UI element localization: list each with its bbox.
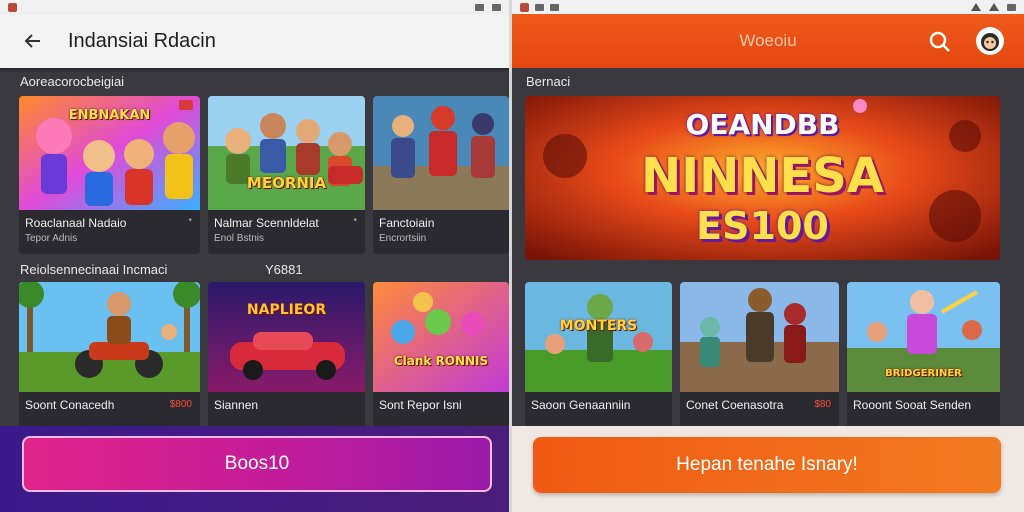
game-logo: Clank RONNIS [393,354,489,368]
game-card[interactable]: MONTERS Saoon Genaanniin [525,282,672,428]
price-tag: $800 [169,399,192,410]
game-card[interactable]: MEORNIA Nalmar Scennldelat Enol Bstnis • [208,96,365,254]
signal-icon [989,3,999,11]
game-art [680,282,839,392]
avatar-icon [981,33,999,51]
notification-icon [520,2,529,12]
game-logo: BRIDGERINER [885,368,962,379]
app-bar: Indansiai Rdacin [0,14,509,68]
game-logo: MEORNIA [246,174,327,192]
right-pane: Woeoiu Bernaci OEANDBB NINNESA ES100 MON… [512,0,1024,512]
game-art [208,282,365,392]
game-logo: MONTERS [559,318,638,334]
game-art [373,282,509,392]
status-bar [0,0,509,14]
more-icon[interactable]: • [353,215,357,226]
game-title: Fanctoiain [379,216,435,230]
card-meta: Fanctoiain Encrortsiin [373,210,509,254]
game-title: Conet Coenasotra [686,398,784,412]
search-icon [929,31,950,52]
game-art [373,96,509,210]
wifi-icon [971,3,981,11]
game-subtitle: Encrortsiin [379,233,427,244]
status-bar [512,0,1024,14]
card-meta: Rooont Sooat Senden [847,392,1000,428]
page-title: Indansiai Rdacin [68,29,216,52]
section-heading: Reiolsennecinaai Incmaci [20,262,168,277]
game-card[interactable]: NAPLIEOR Siannen [208,282,365,428]
card-meta: Soont Conacedh $800 [19,392,200,428]
card-meta: Roaclanaal Nadaio Tepor Adnis • [19,210,200,254]
game-card[interactable]: Fanctoiain Encrortsiin [373,96,509,254]
game-title: Soont Conacedh [25,398,115,412]
back-arrow-icon [24,34,40,48]
game-subtitle: Enol Bstnis [214,233,265,244]
game-title: Saoon Genaanniin [531,398,631,412]
card-meta: Conet Coenasotra $80 [680,392,839,428]
game-logo: NAPLIEOR [246,302,327,318]
game-card[interactable]: Soont Conacedh $800 [19,282,200,428]
game-art [19,282,200,392]
battery-icon [1007,3,1016,11]
app-icon [550,3,559,11]
game-title: Nalmar Scennldelat [214,216,319,230]
game-subtitle: Tepor Adnis [25,233,78,244]
section-heading: Aoreacorocbeigiai [20,74,125,89]
hero-line3: ES100 [696,204,829,248]
game-card[interactable]: BRIDGERINER Rooont Sooat Senden [847,282,1000,428]
section-aside: Y6881 [265,262,303,277]
promo-button[interactable]: Hepan tenahe Isnary! [533,437,1001,493]
more-icon[interactable]: • [188,215,192,226]
hero-line2: NINNESA [641,148,884,204]
battery-icon [492,3,501,11]
game-title: Roaclanaal Nadaio [25,216,127,230]
card-meta: Saoon Genaanniin [525,392,672,428]
game-card[interactable]: ENBNAKAN Roaclanaal Nadaio Tepor Adnis • [19,96,200,254]
card-meta: Sont Repor Isni [373,392,509,428]
avatar[interactable] [976,27,1004,55]
game-title: Sont Repor Isni [379,398,462,412]
price-tag: $80 [814,399,831,410]
search-button[interactable] [926,28,954,56]
signal-icon [475,3,484,11]
notification-icon [8,2,17,12]
promo-button[interactable]: Boos10 [22,436,492,492]
left-pane: Indansiai Rdacin Aoreacorocbeigiai ENBNA… [0,0,509,512]
game-logo: ENBNAKAN [68,108,151,123]
section-heading: Bernaci [526,74,571,89]
back-button[interactable] [18,26,48,56]
game-card[interactable]: Conet Coenasotra $80 [680,282,839,428]
game-title: Rooont Sooat Senden [853,398,972,412]
card-meta: Siannen [208,392,365,428]
game-art [525,282,672,392]
game-art [208,96,365,210]
game-card[interactable]: Clank RONNIS Sont Repor Isni [373,282,509,428]
card-meta: Nalmar Scennldelat Enol Bstnis • [208,210,365,254]
game-title: Siannen [214,398,259,412]
hero-banner[interactable]: OEANDBB NINNESA ES100 [525,96,1000,260]
hero-line1: OEANDBB [685,108,840,141]
app-bar: Woeoiu [512,14,1024,68]
app-icon [535,3,544,11]
